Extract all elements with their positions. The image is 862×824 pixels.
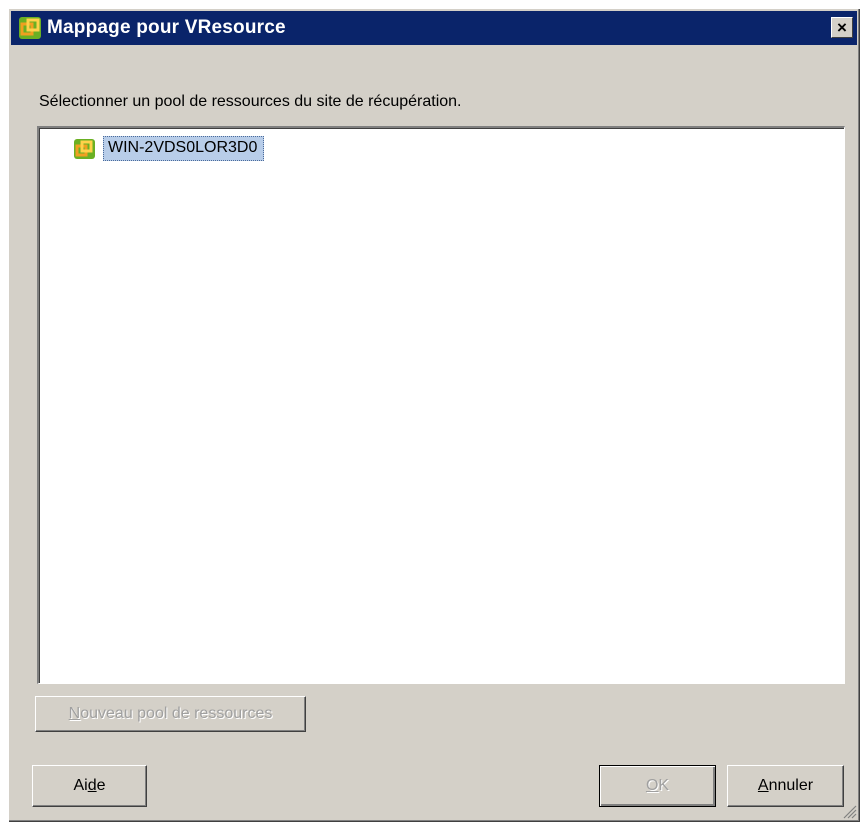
ok-mnemonic: O	[645, 777, 659, 794]
resize-grip-icon[interactable]	[841, 803, 857, 819]
new-pool-label: ouveau pool de ressources	[80, 705, 273, 722]
new-pool-mnemonic: N	[68, 705, 81, 722]
title-bar[interactable]: Mappage pour VResource ×	[11, 11, 857, 45]
close-button[interactable]: ×	[831, 17, 853, 38]
help-mnemonic: d	[87, 777, 97, 794]
resource-pool-icon	[74, 138, 95, 159]
instruction-text: Sélectionner un pool de ressources du si…	[39, 93, 462, 110]
help-label-rest: e	[96, 777, 106, 794]
dialog-window: Mappage pour VResource × Sélectionner un…	[8, 8, 860, 822]
cancel-button[interactable]: Annuler	[727, 765, 844, 807]
tree-item-label[interactable]: WIN-2VDS0LOR3D0	[103, 136, 265, 161]
tree-item[interactable]: WIN-2VDS0LOR3D0	[73, 136, 265, 161]
new-resource-pool-button[interactable]: Nouveau pool de ressources	[35, 696, 306, 732]
close-icon: ×	[837, 18, 847, 37]
cancel-label-rest: nnuler	[768, 777, 814, 794]
cancel-mnemonic: A	[757, 777, 769, 794]
ok-button[interactable]: OK	[599, 765, 716, 807]
help-button[interactable]: Ai d e	[32, 765, 147, 807]
window-title: Mappage pour VResource	[47, 17, 286, 38]
ok-label-rest: K	[658, 777, 670, 794]
help-label-prefix: Ai	[73, 777, 88, 794]
vsphere-app-icon	[17, 15, 43, 41]
resource-pool-tree[interactable]: WIN-2VDS0LOR3D0	[37, 126, 845, 684]
